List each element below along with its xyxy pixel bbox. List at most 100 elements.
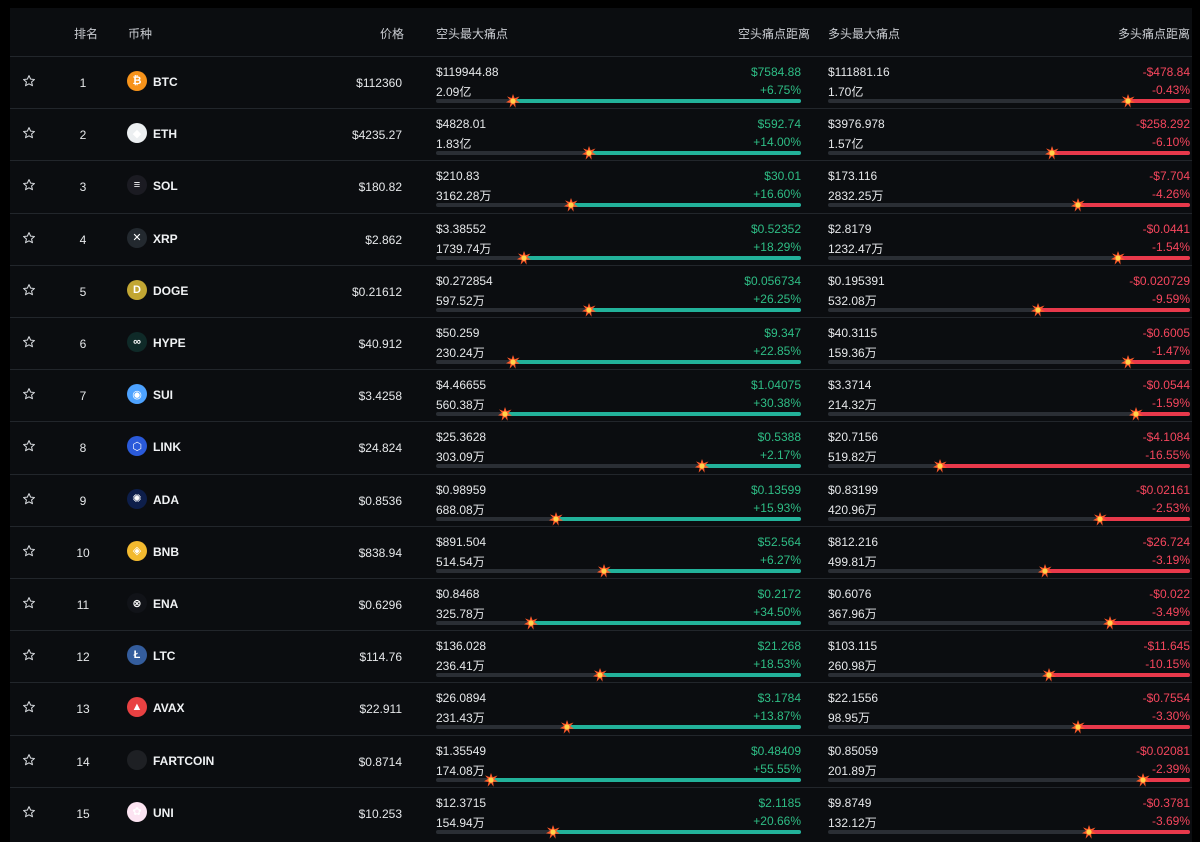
- short-pain-percent: +16.60%: [753, 187, 801, 202]
- short-pain-percent: +18.29%: [753, 239, 801, 254]
- favorite-star-icon[interactable]: [22, 544, 36, 558]
- table-row[interactable]: 13 ▲ AVAX $22.911 $26.0894 231.43万 $3.1784 +13.…: [10, 682, 1192, 735]
- favorite-star-icon[interactable]: [22, 596, 36, 610]
- short-pain-distance: $0.13599: [750, 482, 801, 497]
- liquidation-burst-icon: [1110, 250, 1125, 265]
- coin-name[interactable]: BNB: [153, 545, 179, 559]
- favorite-star-icon[interactable]: [22, 700, 36, 714]
- favorite-star-icon[interactable]: [22, 283, 36, 297]
- short-pain-bar-fill: [600, 673, 801, 678]
- rank-cell: 4: [79, 232, 87, 247]
- long-max-pain-amount: 1.70亿: [828, 85, 864, 99]
- table-row[interactable]: 7 ◉ SUI $3.4258 $4.46655 560.38万 $1.04075 +30.3…: [10, 369, 1192, 421]
- liquidation-burst-icon: [1092, 511, 1107, 526]
- header-short-max-pain[interactable]: 空头最大痛点: [436, 25, 508, 42]
- coin-name[interactable]: SOL: [153, 179, 178, 193]
- coin-name[interactable]: FARTCOIN: [153, 754, 214, 768]
- liquidation-burst-icon: [483, 772, 498, 787]
- short-pain-bar: [436, 198, 801, 213]
- favorite-star-icon[interactable]: [22, 439, 36, 453]
- coin-name[interactable]: UNI: [153, 806, 174, 820]
- table-row[interactable]: 2 ◆ ETH $4235.27 $4828.01 1.83亿 $592.74 +14.00%…: [10, 108, 1192, 160]
- short-max-pain-amount: 688.08万: [436, 502, 485, 517]
- long-pain-distance: -$0.7554: [1142, 691, 1190, 706]
- table-row[interactable]: 12 Ł LTC $114.76 $136.028 236.41万 $21.268 +18.5…: [10, 630, 1192, 682]
- coin-name[interactable]: ENA: [153, 597, 178, 611]
- table-row[interactable]: 10 ◈ BNB $838.94 $891.504 514.54万 $52.564 +6.27…: [10, 525, 1192, 578]
- table-row[interactable]: 9 ✺ ADA $0.8536 $0.98959 688.08万 $0.13599 +15.9…: [10, 473, 1192, 526]
- favorite-star-icon[interactable]: [22, 335, 36, 349]
- long-pain-bar-fill: [1088, 829, 1190, 834]
- price-cell: $3.4258: [358, 389, 402, 404]
- table-row[interactable]: 3 ≡ SOL $180.82 $210.83 3162.28万 $30.01 +16.60%…: [10, 160, 1192, 213]
- table-row[interactable]: 14 FARTCOIN $0.8714 $1.35549 174.08万 $0.48409…: [10, 734, 1192, 787]
- rank-cell: 6: [79, 337, 87, 351]
- rank-cell: 15: [76, 806, 90, 821]
- header-price[interactable]: 价格: [380, 25, 404, 42]
- table-header: 排名 币种 价格 空头最大痛点 空头痛点距离 多头最大痛点 多头痛点距离: [10, 8, 1192, 56]
- long-pain-bar-fill: [1037, 307, 1190, 312]
- short-max-pain-amount: 325.78万: [436, 607, 485, 621]
- long-pain-percent: -1.47%: [1151, 344, 1190, 358]
- short-pain-distance: $9.347: [764, 326, 801, 340]
- price-cell: $838.94: [358, 545, 402, 560]
- header-long-pain-distance[interactable]: 多头痛点距离: [1118, 25, 1190, 42]
- long-max-pain-amount: 98.95万: [828, 711, 871, 726]
- rank-cell: 14: [76, 754, 90, 769]
- liquidation-burst-icon: [1081, 824, 1096, 839]
- short-pain-percent: +34.50%: [753, 605, 801, 619]
- table-row[interactable]: 5 D DOGE $0.21612 $0.272854 597.52万 $0.056734 +…: [10, 264, 1192, 317]
- favorite-star-icon[interactable]: [22, 387, 36, 401]
- short-pain-distance: $2.1185: [758, 795, 802, 810]
- price-cell: $22.911: [359, 702, 403, 717]
- favorite-star-icon[interactable]: [22, 74, 36, 88]
- price-cell: $0.8714: [358, 754, 402, 769]
- coin-name[interactable]: XRP: [153, 232, 178, 246]
- coin-name[interactable]: LINK: [153, 440, 181, 454]
- table-row[interactable]: 11 ⊗ ENA $0.6296 $0.8468 325.78万 $0.2172 +34.50…: [10, 578, 1192, 630]
- favorite-star-icon[interactable]: [22, 648, 36, 662]
- table-row[interactable]: 8 ⬡ LINK $24.824 $25.3628 303.09万 $0.5388 +2.17…: [10, 421, 1192, 474]
- table-row[interactable]: 15 ✿ UNI $10.253 $12.3715 154.94万 $2.1185 +20.6…: [10, 786, 1192, 839]
- favorite-star-icon[interactable]: [22, 126, 36, 140]
- favorite-star-icon[interactable]: [22, 753, 36, 767]
- favorite-star-icon[interactable]: [22, 178, 36, 192]
- short-pain-percent: +55.55%: [753, 761, 801, 776]
- header-long-max-pain[interactable]: 多头最大痛点: [828, 25, 900, 42]
- header-coin[interactable]: 币种: [128, 25, 152, 42]
- short-pain-percent: +26.25%: [753, 291, 801, 306]
- sui-icon: ◉: [127, 384, 147, 405]
- coin-name[interactable]: DOGE: [153, 284, 188, 298]
- liquidation-burst-icon: [564, 198, 579, 213]
- table-row[interactable]: 4 ✕ XRP $2.862 $3.38552 1739.74万 $0.52352 +18.2…: [10, 212, 1192, 265]
- rank-cell: 8: [79, 441, 87, 456]
- table-row[interactable]: 1 ₿ BTC $112360 $119944.88 2.09亿 $7584.88 +6.75…: [10, 56, 1192, 108]
- favorite-star-icon[interactable]: [22, 231, 36, 245]
- short-pain-distance: $0.48409: [750, 743, 801, 758]
- header-rank[interactable]: 排名: [74, 25, 98, 42]
- coin-name[interactable]: BTC: [153, 75, 178, 89]
- short-pain-percent: +2.17%: [759, 448, 801, 463]
- liquidation-burst-icon: [523, 616, 538, 630]
- short-max-pain-price: $4828.01: [436, 117, 487, 132]
- table-row[interactable]: 6 ∞ HYPE $40.912 $50.259 230.24万 $9.347 +22.85%…: [10, 317, 1192, 369]
- long-pain-bar-fill: [1110, 621, 1190, 625]
- short-max-pain-amount: 514.54万: [436, 554, 485, 569]
- coin-name[interactable]: ADA: [153, 493, 179, 507]
- short-pain-percent: +18.53%: [753, 657, 801, 672]
- long-pain-percent: -0.43%: [1151, 83, 1190, 97]
- coin-name[interactable]: AVAX: [153, 701, 185, 715]
- favorite-star-icon[interactable]: [22, 492, 36, 506]
- liquidation-burst-icon: [582, 302, 597, 317]
- header-short-pain-distance[interactable]: 空头痛点距离: [738, 25, 810, 42]
- coin-name[interactable]: ETH: [153, 127, 177, 141]
- liquidation-burst-icon: [549, 511, 564, 526]
- coin-name[interactable]: SUI: [153, 388, 173, 402]
- coin-name[interactable]: HYPE: [153, 336, 186, 350]
- short-pain-distance: $1.04075: [750, 378, 801, 393]
- long-pain-bar: [828, 668, 1190, 682]
- short-max-pain-price: $136.028: [436, 639, 487, 654]
- favorite-star-icon[interactable]: [22, 805, 36, 819]
- coin-name[interactable]: LTC: [153, 649, 175, 663]
- long-max-pain-price: $3.3714: [828, 378, 872, 393]
